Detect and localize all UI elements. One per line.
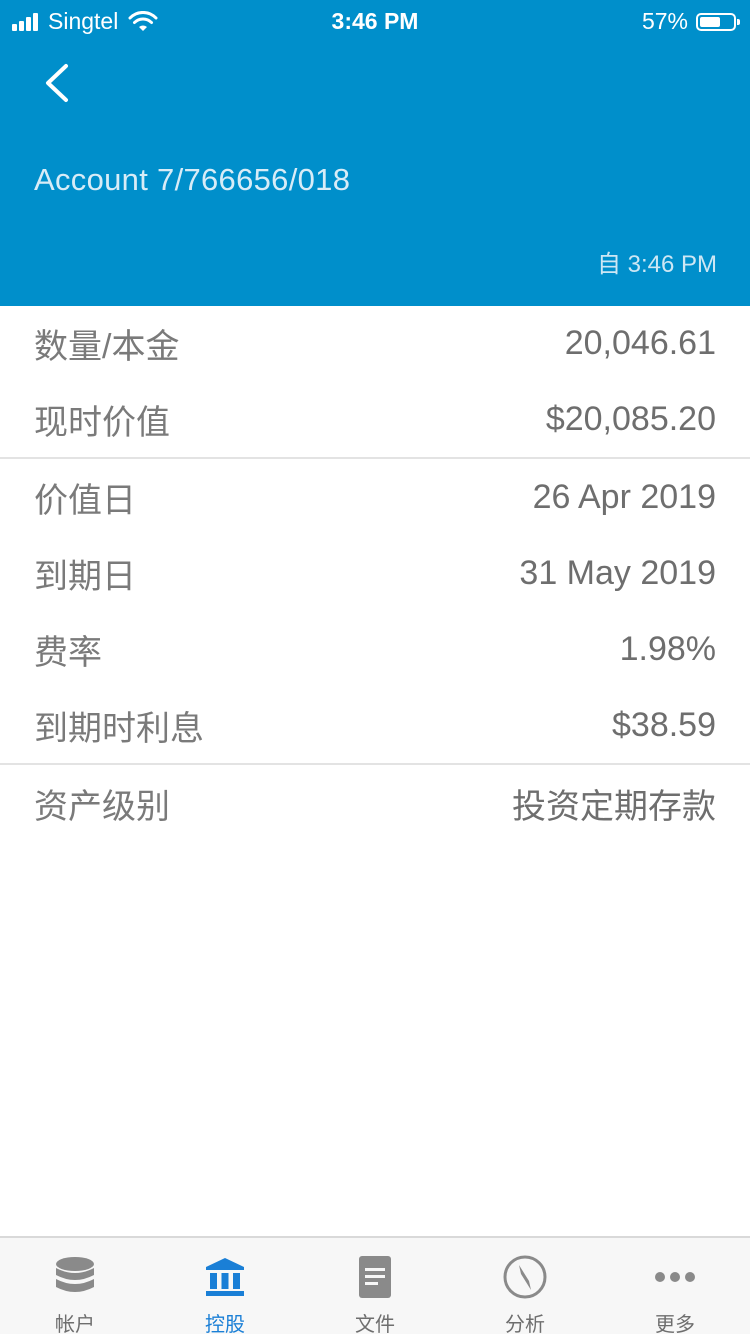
tab-label: 帐户: [55, 1314, 95, 1336]
battery-percent: 57%: [641, 8, 688, 34]
header: Singtel 3:46 PM 57% Account 7/766656/018…: [0, 0, 750, 306]
detail-group-amount: 数量/本金 20,046.61 现时价值 $20,085.20: [0, 306, 750, 457]
tab-label: 更多: [655, 1314, 695, 1336]
detail-label: 到期日: [34, 557, 136, 596]
detail-row-current-value: 现时价值 $20,085.20: [0, 381, 750, 457]
tab-holdings[interactable]: 控股: [150, 1238, 300, 1336]
detail-value: 投资定期存款: [512, 787, 716, 826]
detail-value: 26 Apr 2019: [532, 477, 716, 516]
detail-value: $38.59: [612, 705, 716, 744]
detail-row-value-date: 价值日 26 Apr 2019: [0, 459, 750, 535]
as-of-time: 自 3:46 PM: [596, 251, 717, 278]
document-icon: [359, 1256, 391, 1298]
detail-row-maturity-date: 到期日 31 May 2019: [0, 535, 750, 611]
tab-label: 分析: [505, 1314, 545, 1336]
detail-row-maturity-interest: 到期时利息 $38.59: [0, 687, 750, 763]
database-icon: [56, 1257, 94, 1292]
detail-label: 价值日: [34, 481, 136, 520]
status-right: 57%: [641, 8, 740, 35]
tab-label: 控股: [205, 1314, 245, 1336]
detail-value: 20,046.61: [564, 324, 716, 362]
bank-icon: [206, 1258, 244, 1296]
compass-icon: [503, 1255, 547, 1299]
detail-label: 到期时利息: [34, 709, 204, 748]
detail-label: 资产级别: [34, 787, 170, 826]
status-bar: Singtel 3:46 PM 57%: [0, 0, 750, 40]
tab-analysis[interactable]: 分析: [450, 1238, 600, 1336]
detail-group-class: 资产级别 投资定期存款: [0, 765, 750, 841]
detail-row-asset-class: 资产级别 投资定期存款: [0, 765, 750, 841]
account-title: Account 7/766656/018: [34, 162, 351, 197]
detail-label: 数量/本金: [34, 328, 180, 366]
tab-documents[interactable]: 文件: [300, 1238, 450, 1336]
detail-row-rate: 费率 1.98%: [0, 611, 750, 687]
detail-value: 31 May 2019: [519, 553, 716, 592]
tab-accounts[interactable]: 帐户: [0, 1238, 150, 1336]
chevron-left-icon: [46, 64, 68, 102]
detail-value: $20,085.20: [545, 399, 716, 438]
detail-label: 费率: [34, 633, 102, 672]
detail-label: 现时价值: [34, 403, 170, 442]
status-time: 3:46 PM: [331, 8, 419, 34]
detail-value: 1.98%: [619, 629, 716, 668]
tab-bar: 帐户 控股 文件 分析 更多: [0, 1236, 750, 1336]
tab-more[interactable]: 更多: [600, 1238, 750, 1336]
battery-icon: [696, 12, 740, 31]
tab-label: 文件: [355, 1314, 395, 1336]
back-button[interactable]: [38, 58, 78, 108]
detail-row-principal: 数量/本金 20,046.61: [0, 306, 750, 381]
detail-group-dates: 价值日 26 Apr 2019 到期日 31 May 2019 费率 1.98%…: [0, 459, 750, 763]
holding-details: 数量/本金 20,046.61 现时价值 $20,085.20 价值日 26 A…: [0, 306, 750, 841]
more-icon: [655, 1272, 695, 1282]
